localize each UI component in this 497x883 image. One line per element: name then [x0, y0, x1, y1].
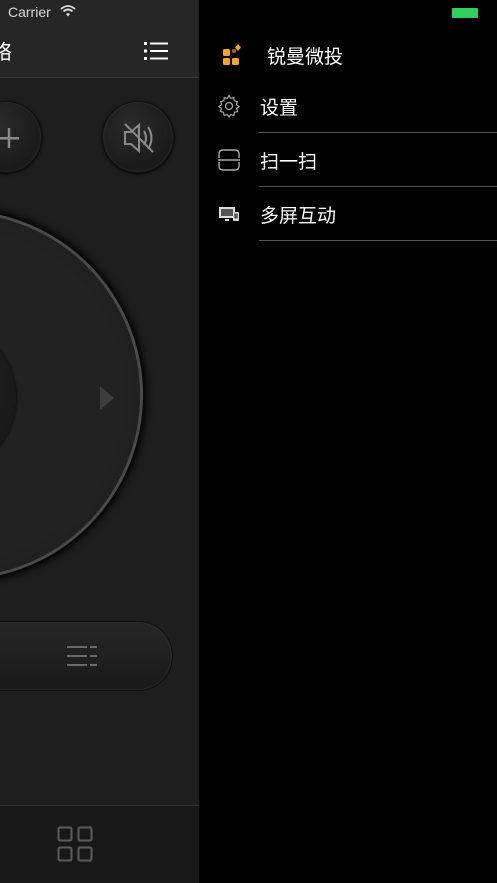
plus-icon — [0, 128, 19, 148]
mute-button[interactable] — [102, 101, 174, 173]
app-name: 锐曼微投 — [267, 46, 344, 68]
scan-icon — [218, 149, 240, 171]
status-bar: Carrier — [0, 0, 199, 24]
speaker-muted-icon — [124, 122, 154, 154]
menu-item-settings[interactable]: 设置 — [199, 79, 497, 133]
battery-icon — [452, 8, 478, 18]
wifi-icon — [60, 5, 76, 17]
triangle-right-icon[interactable] — [100, 386, 114, 410]
gear-icon — [218, 94, 240, 118]
grid-icon[interactable] — [57, 826, 93, 862]
menu-item-label: 扫一扫 — [260, 151, 318, 173]
menu-item-multiscreen[interactable]: 多屏互动 — [199, 187, 497, 241]
remote-panel: Carrier 络 — [0, 0, 199, 883]
carrier-label: Carrier — [8, 4, 51, 20]
menu-item-label: 多屏互动 — [260, 205, 337, 227]
page-title: 络 — [0, 40, 12, 64]
screen-cast-icon — [219, 207, 239, 221]
menu-item-scan[interactable]: 扫一扫 — [199, 133, 497, 187]
menu-item-label: 设置 — [260, 97, 299, 119]
menu-lines-icon — [67, 646, 97, 666]
app-logo-icon — [223, 44, 241, 65]
tab-bar — [0, 805, 199, 883]
list-icon[interactable] — [143, 40, 169, 62]
volume-up-button[interactable] — [0, 101, 42, 173]
app-header[interactable]: 锐曼微投 — [199, 28, 497, 82]
nav-bar: 络 — [0, 24, 199, 78]
divider — [259, 240, 497, 241]
